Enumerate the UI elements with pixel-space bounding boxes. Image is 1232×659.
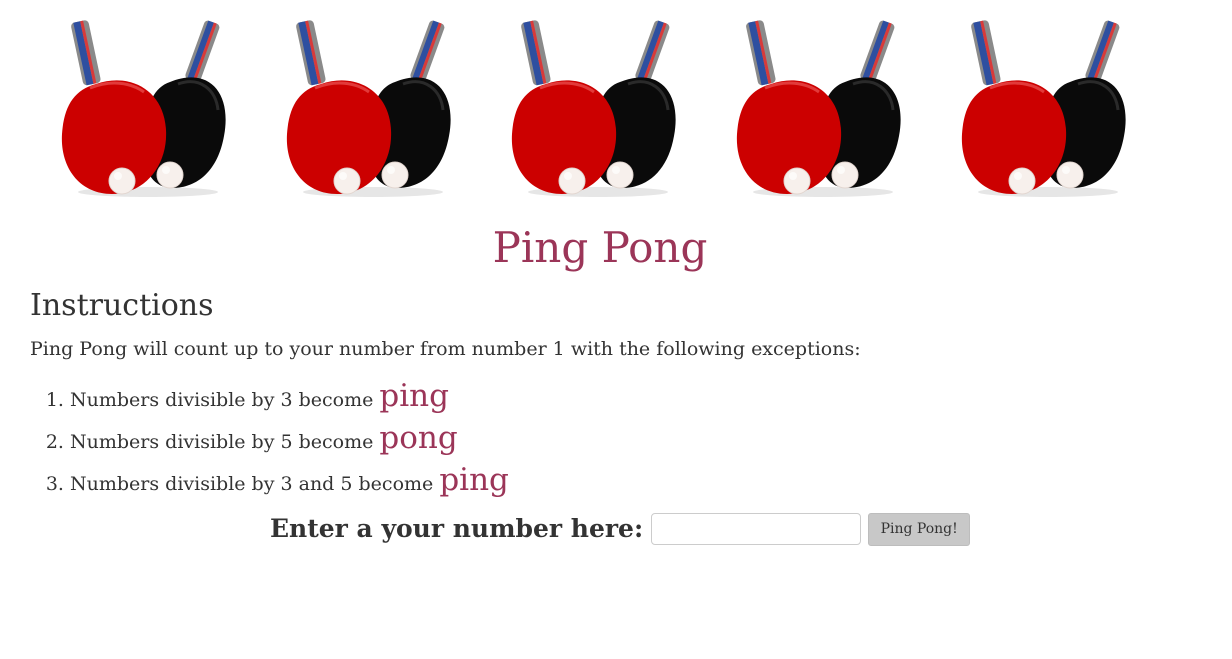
number-form: Enter a your number here: Ping Pong! [270,511,971,547]
ping-pong-paddles-image [285,18,455,198]
rule-text: Numbers divisible by 3 become [70,389,380,411]
paddle-banner [0,18,1232,198]
rule-keyword: pong [379,420,458,456]
rule-item: Numbers divisible by 3 become ping [70,375,509,417]
page-title: Ping Pong [492,223,708,272]
number-input-label: Enter a your number here: [270,514,644,543]
ping-pong-paddles-image [60,18,230,198]
rule-keyword: ping [439,462,509,498]
ping-pong-button[interactable]: Ping Pong! [868,512,971,546]
number-input[interactable] [651,513,862,545]
rule-item: Numbers divisible by 3 and 5 become ping [70,459,509,501]
ping-pong-paddles-image [960,18,1130,198]
rule-text: Numbers divisible by 5 become [70,431,380,453]
ping-pong-paddles-image [735,18,905,198]
rules-list: Numbers divisible by 3 become ping Numbe… [30,375,509,501]
instructions-heading: Instructions [30,288,214,323]
rule-keyword: ping [379,378,449,414]
rule-item: Numbers divisible by 5 become pong [70,417,509,459]
instructions-intro: Ping Pong will count up to your number f… [30,338,861,360]
ping-pong-paddles-image [510,18,680,198]
rule-text: Numbers divisible by 3 and 5 become [70,473,440,495]
